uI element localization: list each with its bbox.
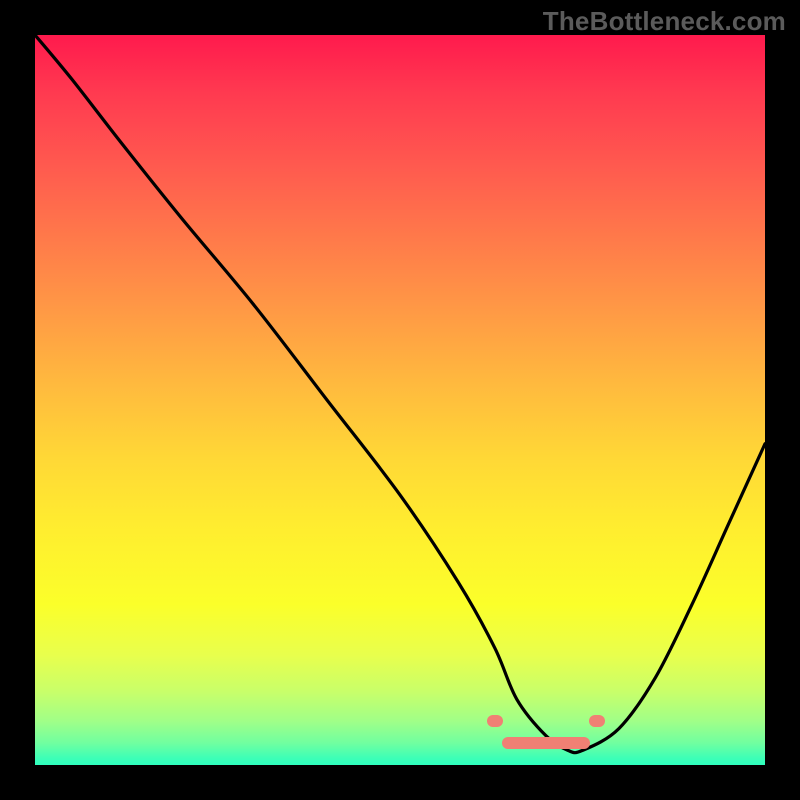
bottleneck-curve-path (35, 35, 765, 753)
curve-layer (35, 35, 765, 765)
highlight-mid (502, 737, 590, 749)
highlight-right (589, 715, 605, 727)
chart-container: TheBottleneck.com (0, 0, 800, 800)
plot-area (35, 35, 765, 765)
highlight-left (487, 715, 503, 727)
watermark-text: TheBottleneck.com (543, 6, 786, 37)
